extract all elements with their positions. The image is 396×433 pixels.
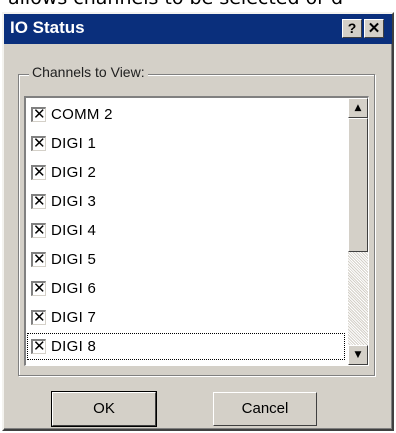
channel-item-digi-5[interactable]: ✕ DIGI 5 (26, 245, 346, 274)
title-bar: IO Status ? ✕ (4, 14, 392, 44)
channel-label: DIGI 8 (51, 338, 97, 355)
channel-item-comm-2[interactable]: ✕ COMM 2 (26, 100, 346, 129)
channel-item-digi-3[interactable]: ✕ DIGI 3 (26, 187, 346, 216)
scroll-up-arrow-icon[interactable]: ▲ (348, 98, 368, 118)
channels-listbox[interactable]: ✕ COMM 2 ✕ DIGI 1 ✕ DIGI 2 ✕ DIGI 3 ✕ DI… (24, 96, 369, 366)
channel-item-digi-1[interactable]: ✕ DIGI 1 (26, 129, 346, 158)
channel-label: DIGI 6 (51, 280, 97, 297)
cancel-button[interactable]: Cancel (213, 392, 317, 426)
checkbox-checked-icon[interactable]: ✕ (31, 223, 46, 238)
checkbox-checked-icon[interactable]: ✕ (31, 136, 46, 151)
channel-label: DIGI 5 (51, 251, 97, 268)
channel-list: ✕ COMM 2 ✕ DIGI 1 ✕ DIGI 2 ✕ DIGI 3 ✕ DI… (26, 100, 346, 361)
background-caption-text: allows channels to be selected or d (0, 0, 396, 12)
checkbox-checked-icon[interactable]: ✕ (31, 165, 46, 180)
caption-text: allows channels to be selected or d (8, 0, 343, 9)
scrollbar-thumb[interactable] (348, 118, 368, 252)
checkbox-checked-icon[interactable]: ✕ (31, 339, 46, 354)
channel-label: DIGI 3 (51, 193, 97, 210)
close-button[interactable]: ✕ (364, 19, 384, 38)
channel-label: DIGI 2 (51, 164, 97, 181)
vertical-scrollbar[interactable]: ▲ ▼ (348, 98, 368, 365)
channel-label: DIGI 1 (51, 135, 97, 152)
channel-item-digi-2[interactable]: ✕ DIGI 2 (26, 158, 346, 187)
ok-button[interactable]: OK (51, 391, 157, 427)
channel-item-digi-6[interactable]: ✕ DIGI 6 (26, 274, 346, 303)
io-status-dialog: IO Status ? ✕ Channels to View: ✕ COMM 2… (2, 12, 394, 431)
scroll-down-arrow-icon[interactable]: ▼ (348, 345, 368, 365)
channel-item-digi-7[interactable]: ✕ DIGI 7 (26, 303, 346, 332)
channels-group-label: Channels to View: (29, 64, 148, 80)
checkbox-checked-icon[interactable]: ✕ (31, 107, 46, 122)
window-title: IO Status (10, 18, 85, 37)
channel-label: DIGI 4 (51, 222, 97, 239)
checkbox-checked-icon[interactable]: ✕ (31, 252, 46, 267)
channel-label: COMM 2 (51, 106, 113, 123)
channel-item-digi-4[interactable]: ✕ DIGI 4 (26, 216, 346, 245)
channel-item-digi-8[interactable]: ✕ DIGI 8 (26, 332, 346, 361)
checkbox-checked-icon[interactable]: ✕ (31, 281, 46, 296)
checkbox-checked-icon[interactable]: ✕ (31, 310, 46, 325)
channel-label: DIGI 7 (51, 309, 97, 326)
checkbox-checked-icon[interactable]: ✕ (31, 194, 46, 209)
help-button[interactable]: ? (342, 19, 362, 38)
